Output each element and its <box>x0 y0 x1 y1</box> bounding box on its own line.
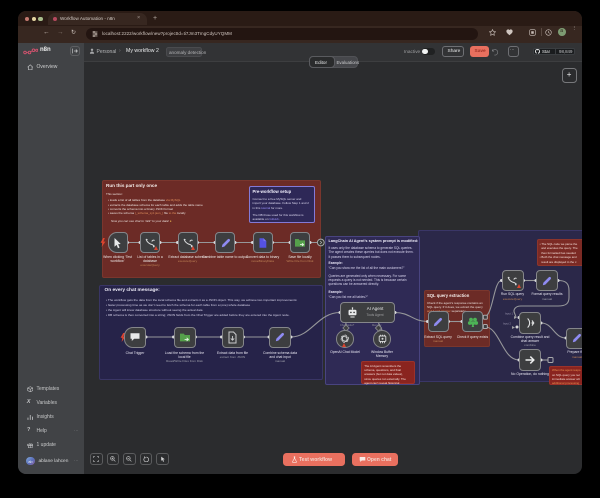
svg-text:Input 1: Input 1 <box>505 312 513 316</box>
svg-text:Chat Model*: Chat Model* <box>340 323 354 327</box>
svg-text:Input 2: Input 2 <box>503 322 511 326</box>
svg-text:Memory: Memory <box>372 323 382 327</box>
